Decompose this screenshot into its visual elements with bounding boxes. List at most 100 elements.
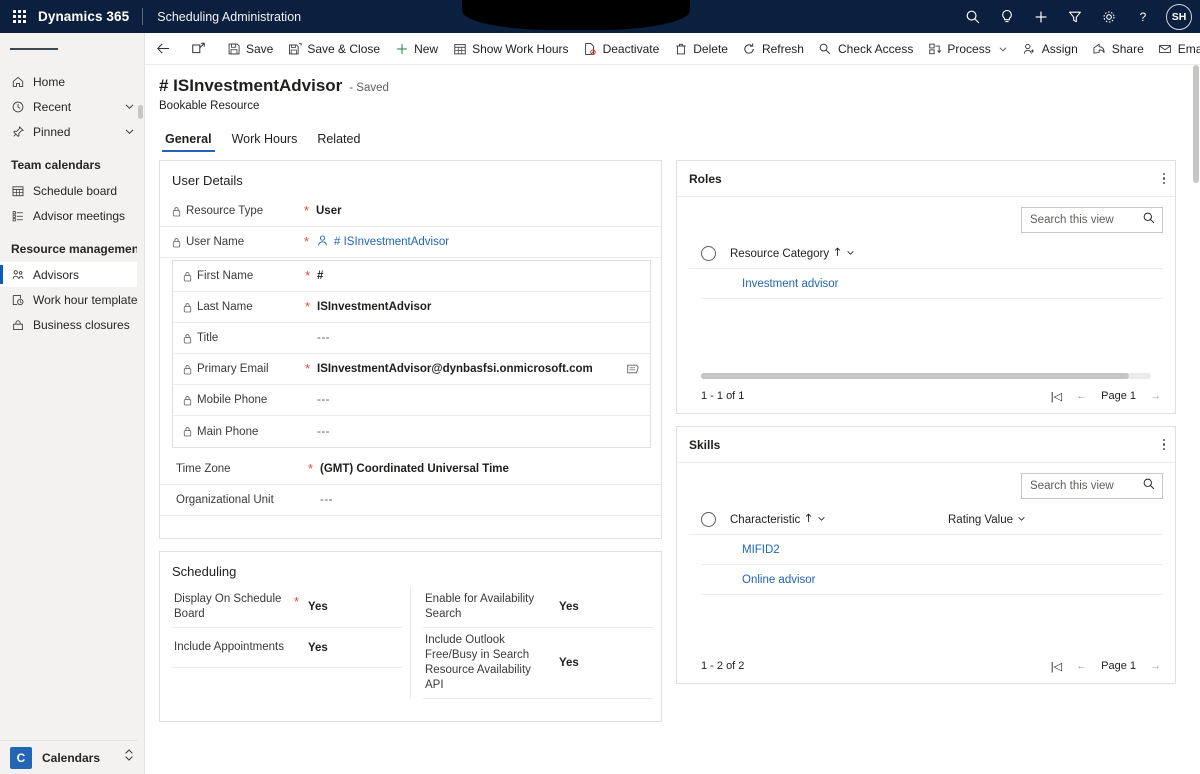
skills-more-commands-button[interactable] (1162, 438, 1165, 451)
field-value[interactable]: # ISInvestmentAdvisor (316, 234, 651, 250)
skills-search-box[interactable] (1021, 473, 1163, 499)
lightbulb-icon[interactable] (990, 0, 1024, 33)
column-rating-value[interactable]: Rating Value (948, 514, 1151, 526)
skills-row-link[interactable]: Online advisor (713, 574, 931, 586)
status-badge: - Saved (349, 82, 389, 94)
tab-related[interactable]: Related (311, 132, 366, 152)
select-all-toggle[interactable] (701, 512, 716, 527)
field-first-name[interactable]: First Name * # (173, 261, 650, 292)
table-row[interactable]: Investment advisor (701, 269, 1163, 299)
sidebar-item-advisor-meetings[interactable]: Advisor meetings (0, 203, 144, 228)
sidebar-scrollbar[interactable] (137, 33, 144, 774)
avatar[interactable]: SH (1166, 3, 1192, 30)
field-display-on-schedule-board[interactable]: Display On Schedule Board * Yes (172, 587, 402, 628)
email-a-link-button[interactable]: Email a Link (1151, 33, 1200, 64)
process-button[interactable]: Process (920, 33, 1014, 64)
field-title[interactable]: Title --- (173, 323, 650, 354)
sidebar-item-work-hour-templates[interactable]: Work hour templates (0, 287, 144, 312)
field-include-appointments[interactable]: Include Appointments Yes (172, 628, 402, 668)
field-user-name[interactable]: User Name * # ISInvestmentAdvisor (160, 227, 661, 258)
delete-button[interactable]: Delete (666, 33, 735, 64)
page-number: Page 1 (1101, 660, 1136, 672)
roles-search-box[interactable] (1021, 207, 1163, 233)
table-row[interactable]: Online advisor (701, 565, 1163, 595)
sidebar-item-advisors[interactable]: Advisors (0, 262, 144, 287)
column-characteristic[interactable]: Characteristic (730, 513, 948, 526)
sidebar-item-business-closures[interactable]: Business closures (0, 312, 144, 337)
chevron-down-icon[interactable] (817, 514, 826, 526)
search-icon[interactable] (1142, 211, 1156, 230)
sidebar-item-home[interactable]: Home (0, 69, 144, 94)
search-input[interactable] (1030, 480, 1142, 492)
check-access-button[interactable]: Check Access (811, 33, 920, 64)
next-page-button[interactable]: → (1150, 390, 1161, 402)
plus-icon[interactable] (1024, 0, 1058, 33)
skills-row-link[interactable]: MIFID2 (713, 544, 931, 556)
column-resource-category[interactable]: Resource Category (730, 247, 948, 260)
main-scrollbar-thumb[interactable] (1193, 65, 1199, 183)
first-page-button[interactable]: |◁ (1051, 660, 1062, 673)
refresh-button[interactable]: Refresh (735, 33, 811, 64)
search-icon[interactable] (1142, 477, 1156, 496)
assign-button[interactable]: Assign (1015, 33, 1085, 64)
hamburger-menu-icon[interactable] (0, 33, 144, 65)
previous-page-button[interactable]: ← (1076, 660, 1087, 672)
field-include-outlook-free-busy[interactable]: Include Outlook Free/Busy in Search Reso… (423, 628, 653, 699)
sidebar-scrollbar-thumb[interactable] (138, 105, 143, 119)
search-input[interactable] (1030, 214, 1142, 226)
select-all-toggle[interactable] (701, 246, 716, 261)
user-subsection: First Name * # Last Name * ISInvestmentA… (172, 260, 651, 448)
skills-grid-header: Characteristic Rating Value (689, 505, 1163, 535)
field-label-text: User Name (186, 236, 245, 248)
chevron-down-icon[interactable] (846, 248, 855, 260)
email-action-icon[interactable] (618, 363, 640, 375)
back-button[interactable] (149, 33, 178, 64)
sidebar-item-recent[interactable]: Recent (0, 94, 144, 119)
command-label: Process (947, 41, 991, 56)
app-module-name[interactable]: Scheduling Administration (143, 10, 301, 24)
first-page-button[interactable]: |◁ (1051, 390, 1062, 403)
brand-title[interactable]: Dynamics 365 (38, 9, 142, 24)
gear-icon[interactable] (1092, 0, 1126, 33)
refresh-icon (742, 42, 757, 56)
tab-work-hours[interactable]: Work Hours (226, 132, 304, 152)
lock-icon (172, 237, 182, 248)
app-launcher-waffle-icon[interactable] (0, 10, 38, 23)
work-hours-icon (11, 293, 33, 307)
field-enable-for-availability-search[interactable]: Enable for Availability Search Yes (423, 587, 653, 628)
new-button[interactable]: New (387, 33, 445, 64)
search-icon[interactable] (956, 0, 990, 33)
field-mobile-phone[interactable]: Mobile Phone --- (173, 385, 650, 416)
roles-grid-body (677, 299, 1175, 373)
table-row[interactable]: MIFID2 (701, 535, 1163, 565)
field-primary-email[interactable]: Primary Email * ISInvestmentAdvisor@dynb… (173, 354, 650, 385)
deactivate-button[interactable]: Deactivate (576, 33, 667, 64)
help-icon[interactable]: ? (1126, 0, 1160, 33)
share-button[interactable]: Share (1085, 33, 1151, 64)
save-button[interactable]: Save (219, 33, 280, 64)
person-icon (316, 234, 329, 250)
field-last-name[interactable]: Last Name * ISInvestmentAdvisor (173, 292, 650, 323)
chevron-up-down-icon[interactable] (123, 748, 135, 767)
sidebar-item-pinned[interactable]: Pinned (0, 119, 144, 144)
pager: |◁ ← Page 1 → (1051, 660, 1161, 673)
popout-button[interactable] (184, 33, 213, 64)
save-and-close-button[interactable]: Save & Close (280, 33, 387, 64)
field-resource-type[interactable]: Resource Type * User (160, 196, 661, 227)
field-value: # (317, 270, 324, 282)
show-work-hours-button[interactable]: Show Work Hours (445, 33, 575, 64)
area-switcher[interactable]: C Calendars (0, 740, 144, 774)
field-organizational-unit[interactable]: Organizational Unit --- (160, 485, 661, 516)
sidebar-item-schedule-board[interactable]: Schedule board (0, 178, 144, 203)
main-scrollbar[interactable] (1192, 65, 1200, 774)
tab-general[interactable]: General (159, 132, 218, 152)
field-time-zone[interactable]: Time Zone * (GMT) Coordinated Universal … (160, 454, 661, 485)
roles-row-link[interactable]: Investment advisor (713, 278, 931, 290)
chevron-down-icon[interactable] (1017, 514, 1026, 526)
next-page-button[interactable]: → (1150, 660, 1161, 672)
chevron-down-icon[interactable] (996, 44, 1008, 54)
roles-more-commands-button[interactable] (1162, 172, 1165, 185)
filter-icon[interactable] (1058, 0, 1092, 33)
field-main-phone[interactable]: Main Phone --- (173, 416, 650, 447)
previous-page-button[interactable]: ← (1076, 390, 1087, 402)
